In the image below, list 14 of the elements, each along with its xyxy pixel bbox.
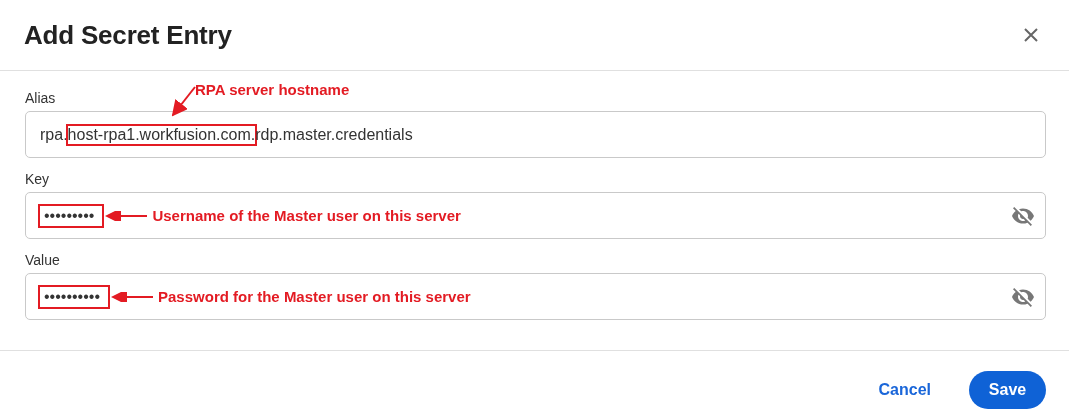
- annotation-text: RPA server hostname: [195, 81, 350, 98]
- arrow: [111, 291, 154, 302]
- arrow: [171, 86, 196, 117]
- password-field[interactable]: ••••••••• Username of the Master user on this server: [25, 192, 1046, 239]
- field-label: Key: [25, 171, 50, 187]
- arrow: [105, 210, 149, 221]
- save-button[interactable]: Save: [969, 371, 1046, 409]
- cancel-button[interactable]: Cancel: [862, 373, 947, 407]
- password-field[interactable]: •••••••••• Password for the Master user on this server: [25, 273, 1046, 320]
- annotation-text: Password for the Master user on this server: [158, 288, 471, 305]
- annotation-text: Username of the Master user on this server: [152, 207, 461, 224]
- field-label: Value: [25, 252, 60, 268]
- field-label: Alias: [25, 90, 56, 106]
- dialog-title: Add Secret Entry: [24, 19, 232, 51]
